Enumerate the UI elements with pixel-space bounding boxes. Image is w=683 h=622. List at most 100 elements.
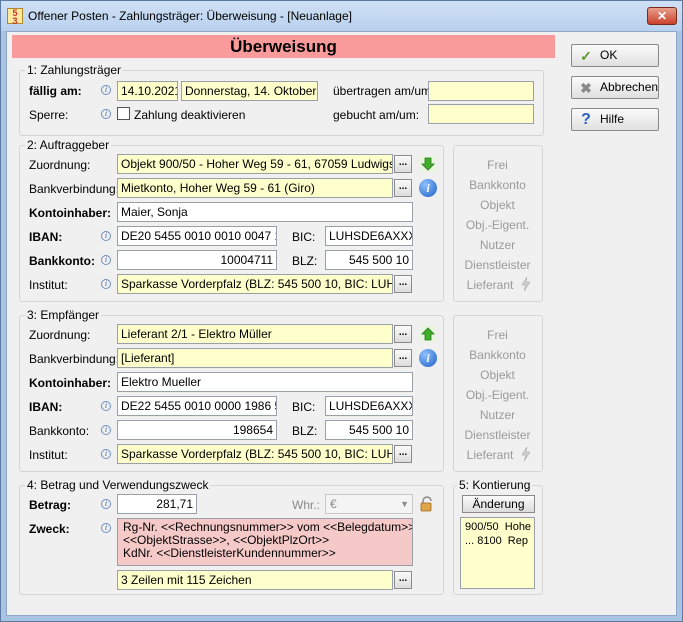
ok-button-label: OK <box>600 48 618 62</box>
ag-bankverbindung-field[interactable]: Mietkonto, Hoher Weg 59 - 61 (Giro) <box>117 178 393 198</box>
em-bankkonto-field[interactable]: 198654 <box>117 420 277 440</box>
gebucht-field[interactable] <box>428 104 534 124</box>
ag-iban-label: IBAN: <box>29 230 63 244</box>
ag-blz-field[interactable]: 545 500 10 <box>325 250 413 270</box>
faellig-label: fällig am: <box>29 84 82 98</box>
whr-label: Whr.: <box>292 498 321 512</box>
em-zuordnung-field[interactable]: Lieferant 2/1 - Elektro Müller <box>117 324 393 344</box>
em-institut-browse-button[interactable]: ... <box>394 445 412 463</box>
ag-iban-info-icon[interactable]: i <box>101 231 111 241</box>
kontierung-list[interactable]: 900/50 Hohe ... 8100 Rep <box>460 517 535 589</box>
zahlung-deaktivieren-checkbox[interactable] <box>117 107 130 120</box>
betrag-info-icon[interactable]: i <box>101 499 111 509</box>
ag-zuordnung-field[interactable]: Objekt 900/50 - Hoher Weg 59 - 61, 67059… <box>117 154 393 174</box>
em-bankverbindung-label: Bankverbindung: <box>29 352 120 366</box>
lightning-icon[interactable] <box>520 277 532 291</box>
ag-bic-field[interactable]: LUHSDE6AXXX <box>325 226 413 246</box>
group-zahlungstraeger <box>19 70 544 136</box>
em-bic-label: BIC: <box>292 400 316 414</box>
aenderung-button[interactable]: Änderung <box>462 495 535 513</box>
zweck-info-icon[interactable]: i <box>101 523 111 533</box>
zweck-summary-field: 3 Zeilen mit 115 Zeichen <box>117 570 393 590</box>
em-bic-field[interactable]: LUHSDE6AXXX <box>325 396 413 416</box>
zweck-browse-button[interactable]: ... <box>394 571 412 589</box>
em-blz-field[interactable]: 545 500 10 <box>325 420 413 440</box>
hilfe-button[interactable]: ? Hilfe <box>571 108 659 131</box>
em-source-obj-eigent[interactable]: Obj.-Eigent. <box>453 388 542 402</box>
zahlung-deaktivieren-label[interactable]: Zahlung deaktivieren <box>134 108 245 122</box>
sperre-label: Sperre: <box>29 108 69 122</box>
ag-institut-info-icon[interactable]: i <box>101 279 111 289</box>
em-institut-info-icon[interactable]: i <box>101 449 111 459</box>
uebertragen-field[interactable] <box>428 81 534 101</box>
ag-institut-field[interactable]: Sparkasse Vorderpfalz (BLZ: 545 500 10, … <box>117 274 393 294</box>
group-legend-betrag: 4: Betrag und Verwendungszweck <box>25 478 211 492</box>
client-area: Überweisung 1: Zahlungsträger fällig am:… <box>6 31 677 616</box>
em-bankverbindung-field[interactable]: [Lieferant] <box>117 348 393 368</box>
em-bankkonto-info-icon[interactable]: i <box>101 425 111 435</box>
ag-source-objekt[interactable]: Objekt <box>453 198 542 212</box>
em-source-lieferant[interactable]: Lieferant <box>453 448 527 462</box>
ag-bankkonto-label: Bankkonto: <box>29 254 95 268</box>
em-source-frei[interactable]: Frei <box>453 328 542 342</box>
em-source-nutzer[interactable]: Nutzer <box>453 408 542 422</box>
ag-institut-label: Institut: <box>29 278 68 292</box>
em-zuordnung-label: Zuordnung: <box>29 328 91 342</box>
em-source-dienstleister[interactable]: Dienstleister <box>453 428 542 442</box>
cancel-icon: ✖ <box>580 80 592 96</box>
checkmark-icon: ✓ <box>580 48 592 64</box>
faellig-info-icon[interactable]: i <box>101 85 111 95</box>
ag-source-bankkonto[interactable]: Bankkonto <box>453 178 542 192</box>
lightning-icon[interactable] <box>520 447 532 461</box>
gebucht-label: gebucht am/um: <box>333 108 420 122</box>
em-institut-label: Institut: <box>29 448 68 462</box>
arrow-up-icon[interactable] <box>419 325 437 343</box>
ok-button[interactable]: ✓ OK <box>571 44 659 67</box>
em-iban-info-icon[interactable]: i <box>101 401 111 411</box>
close-button[interactable]: ✕ <box>647 7 677 25</box>
ag-zuordnung-browse-button[interactable]: ... <box>394 155 412 173</box>
faellig-weekday-field: Donnerstag, 14. Oktober 20 <box>181 81 318 101</box>
ag-source-nutzer[interactable]: Nutzer <box>453 238 542 252</box>
uebertragen-label: übertragen am/um: <box>333 84 435 98</box>
em-info-icon[interactable]: i <box>419 349 437 367</box>
em-iban-field[interactable]: DE22 5455 0010 0000 1986 54 <box>117 396 277 416</box>
betrag-field[interactable]: 281,71 <box>117 494 197 514</box>
arrow-down-icon[interactable] <box>419 155 437 173</box>
ag-blz-label: BLZ: <box>292 254 318 268</box>
em-bankkonto-label: Bankkonto: <box>29 424 90 438</box>
ag-source-lieferant[interactable]: Lieferant <box>453 278 527 292</box>
sperre-info-icon[interactable]: i <box>101 109 111 119</box>
zweck-textarea[interactable]: Rg-Nr. <<Rechnungsnummer>> vom <<Belegda… <box>117 518 413 566</box>
help-icon: ? <box>581 111 591 128</box>
lock-icon[interactable] <box>419 496 435 512</box>
ag-kontoinhaber-field[interactable]: Maier, Sonja <box>117 202 413 222</box>
ag-info-icon[interactable]: i <box>419 179 437 197</box>
title-bar[interactable]: 53 Offener Posten - Zahlungsträger: Über… <box>1 1 682 31</box>
em-source-bankkonto[interactable]: Bankkonto <box>453 348 542 362</box>
group-legend-empfaenger: 3: Empfänger <box>25 308 102 322</box>
ag-kontoinhaber-label: Kontoinhaber: <box>29 206 111 220</box>
em-kontoinhaber-field[interactable]: Elektro Mueller <box>117 372 413 392</box>
ag-bankkonto-field[interactable]: 10004711 <box>117 250 277 270</box>
em-iban-label: IBAN: <box>29 400 63 414</box>
ag-bankverbindung-browse-button[interactable]: ... <box>394 179 412 197</box>
whr-select[interactable]: € ▼ <box>325 494 413 514</box>
em-bankverbindung-browse-button[interactable]: ... <box>394 349 412 367</box>
faellig-date-field[interactable]: 14.10.2021 <box>117 81 178 101</box>
window-title: Offener Posten - Zahlungsträger: Überwei… <box>28 9 352 23</box>
em-institut-field[interactable]: Sparkasse Vorderpfalz (BLZ: 545 500 10, … <box>117 444 393 464</box>
zweck-label: Zweck: <box>29 522 70 536</box>
ag-source-obj-eigent[interactable]: Obj.-Eigent. <box>453 218 542 232</box>
em-blz-label: BLZ: <box>292 424 318 438</box>
ag-bankkonto-info-icon[interactable]: i <box>101 255 111 265</box>
ag-source-dienstleister[interactable]: Dienstleister <box>453 258 542 272</box>
ag-iban-field[interactable]: DE20 5455 0010 0010 0047 11 <box>117 226 277 246</box>
ag-source-frei[interactable]: Frei <box>453 158 542 172</box>
em-source-objekt[interactable]: Objekt <box>453 368 542 382</box>
whr-value: € <box>330 497 337 511</box>
abbrechen-button[interactable]: ✖ Abbrechen <box>571 76 659 99</box>
em-kontoinhaber-label: Kontoinhaber: <box>29 376 111 390</box>
em-zuordnung-browse-button[interactable]: ... <box>394 325 412 343</box>
ag-institut-browse-button[interactable]: ... <box>394 275 412 293</box>
